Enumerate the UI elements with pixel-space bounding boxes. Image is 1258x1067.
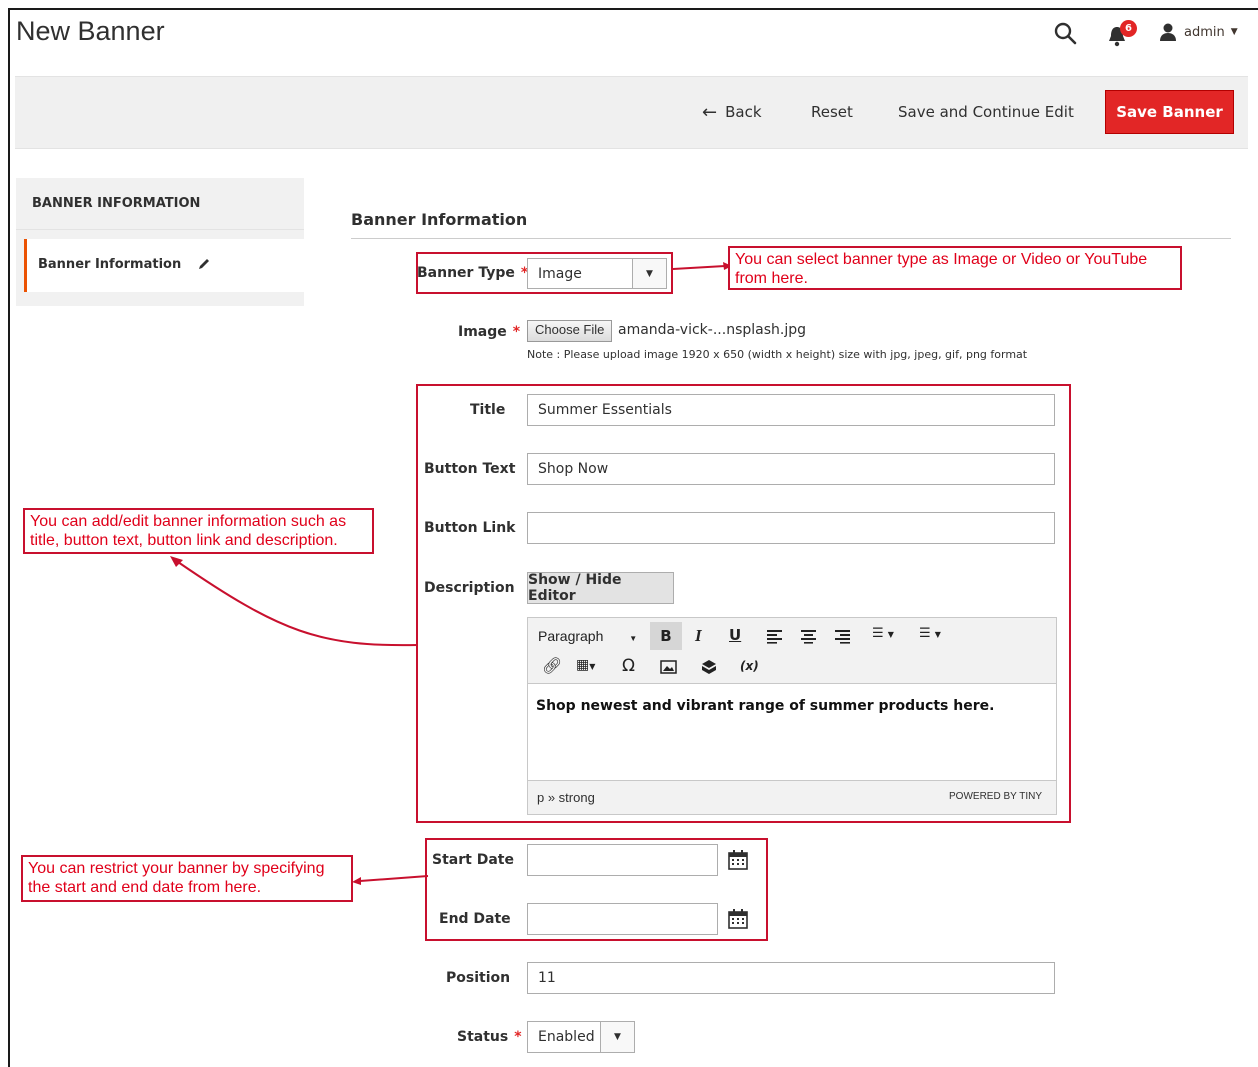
status-select[interactable]: Enabled ▼ [527, 1021, 635, 1053]
annotation-arrow-banner-info [170, 556, 419, 647]
annotation-banner-type: You can select banner type as Image or V… [728, 246, 1182, 290]
banner-type-label: Banner Type * [417, 265, 529, 281]
button-text-label: Button Text [424, 461, 516, 477]
choose-file-button[interactable]: Choose File [527, 320, 613, 342]
position-label: Position [446, 970, 511, 986]
user-icon [1160, 23, 1176, 41]
search-icon[interactable] [1052, 20, 1078, 46]
description-label: Description [424, 580, 515, 596]
editor-statusbar: p » strong POWERED BY TINY [528, 780, 1056, 814]
chevron-down-icon: ▼ [629, 634, 638, 643]
table-icon[interactable]: ▦▼ [576, 657, 595, 673]
annotation-arrow-dates [352, 875, 429, 885]
sidebar-item-banner-information[interactable]: Banner Information [24, 239, 304, 292]
image-filename: amanda-vick-...nsplash.jpg [618, 322, 806, 338]
chevron-down-icon: ▼ [632, 259, 666, 288]
align-left-icon[interactable] [766, 628, 784, 644]
pencil-icon [199, 259, 210, 269]
bold-button[interactable]: B [650, 622, 682, 650]
status-label: Status * [457, 1029, 522, 1045]
button-link-label: Button Link [424, 520, 516, 536]
link-icon[interactable]: 🔗︎ [542, 656, 562, 675]
powered-by-tiny: POWERED BY TINY [949, 791, 1042, 802]
end-date-label: End Date [439, 911, 511, 927]
notifications-button[interactable]: 6 [1106, 20, 1137, 48]
section-divider [351, 238, 1231, 239]
chevron-down-icon: ▼ [600, 1022, 634, 1052]
image-note: Note : Please upload image 1920 x 650 (w… [527, 348, 1028, 361]
special-character-icon[interactable]: Ω [622, 656, 635, 676]
status-value: Enabled [538, 1029, 595, 1045]
position-input[interactable]: 11 [527, 962, 1055, 994]
image-icon[interactable] [660, 660, 677, 674]
annotation-dates: You can restrict your banner by specifyi… [21, 855, 353, 902]
calendar-icon[interactable] [727, 908, 749, 930]
editor-toolbar: Paragraph ▼ B I U ☰ ▼ ☰ ▼ 🔗︎ ▦▼ Ω (x) [528, 618, 1056, 684]
banner-type-select[interactable]: Image ▼ [527, 258, 667, 289]
numbered-list-icon[interactable]: ☰ ▼ [919, 626, 941, 641]
title-input[interactable]: Summer Essentials [527, 394, 1055, 426]
button-text-input[interactable]: Shop Now [527, 453, 1055, 485]
save-banner-button[interactable]: Save Banner [1105, 90, 1234, 134]
sidebar-item-label: Banner Information [38, 257, 182, 272]
section-title: Banner Information [351, 210, 528, 229]
banner-type-value: Image [538, 265, 582, 282]
format-select-value: Paragraph [538, 628, 604, 644]
back-button[interactable]: ← Back [702, 97, 762, 127]
notification-badge: 6 [1120, 20, 1137, 37]
editor-content[interactable]: Shop newest and vibrant range of summer … [536, 698, 994, 714]
underline-button[interactable]: U [729, 626, 741, 644]
annotation-arrow-banner-type [673, 262, 732, 270]
page-title: New Banner [16, 16, 165, 46]
insert-variable-button[interactable]: (x) [740, 659, 759, 673]
image-label: Image * [458, 324, 521, 340]
show-hide-editor-button[interactable]: Show / Hide Editor [527, 572, 674, 604]
bullet-list-icon[interactable]: ☰ ▼ [872, 626, 894, 641]
back-label: Back [725, 103, 762, 121]
save-continue-button[interactable]: Save and Continue Edit [898, 97, 1074, 127]
element-path: p » strong [537, 790, 595, 805]
user-name: admin [1184, 24, 1225, 40]
end-date-input[interactable] [527, 903, 718, 935]
start-date-input[interactable] [527, 844, 718, 876]
start-date-label: Start Date [432, 852, 514, 868]
wysiwyg-editor: Paragraph ▼ B I U ☰ ▼ ☰ ▼ 🔗︎ ▦▼ Ω (x) Sh… [527, 617, 1057, 815]
button-link-input[interactable] [527, 512, 1055, 544]
widget-icon[interactable] [701, 659, 717, 675]
align-center-icon[interactable] [800, 628, 818, 644]
reset-button[interactable]: Reset [811, 97, 853, 127]
sidebar-heading: BANNER INFORMATION [16, 178, 304, 230]
align-right-icon[interactable] [834, 628, 852, 644]
annotation-banner-info: You can add/edit banner information such… [23, 508, 374, 554]
user-menu[interactable]: admin ▼ [1158, 20, 1238, 44]
chevron-down-icon: ▼ [1230, 27, 1238, 37]
italic-button[interactable]: I [695, 626, 702, 646]
calendar-icon[interactable] [727, 849, 749, 871]
format-select[interactable]: Paragraph ▼ [538, 628, 637, 644]
arrow-left-icon: ← [702, 101, 718, 123]
title-label: Title [470, 402, 506, 418]
